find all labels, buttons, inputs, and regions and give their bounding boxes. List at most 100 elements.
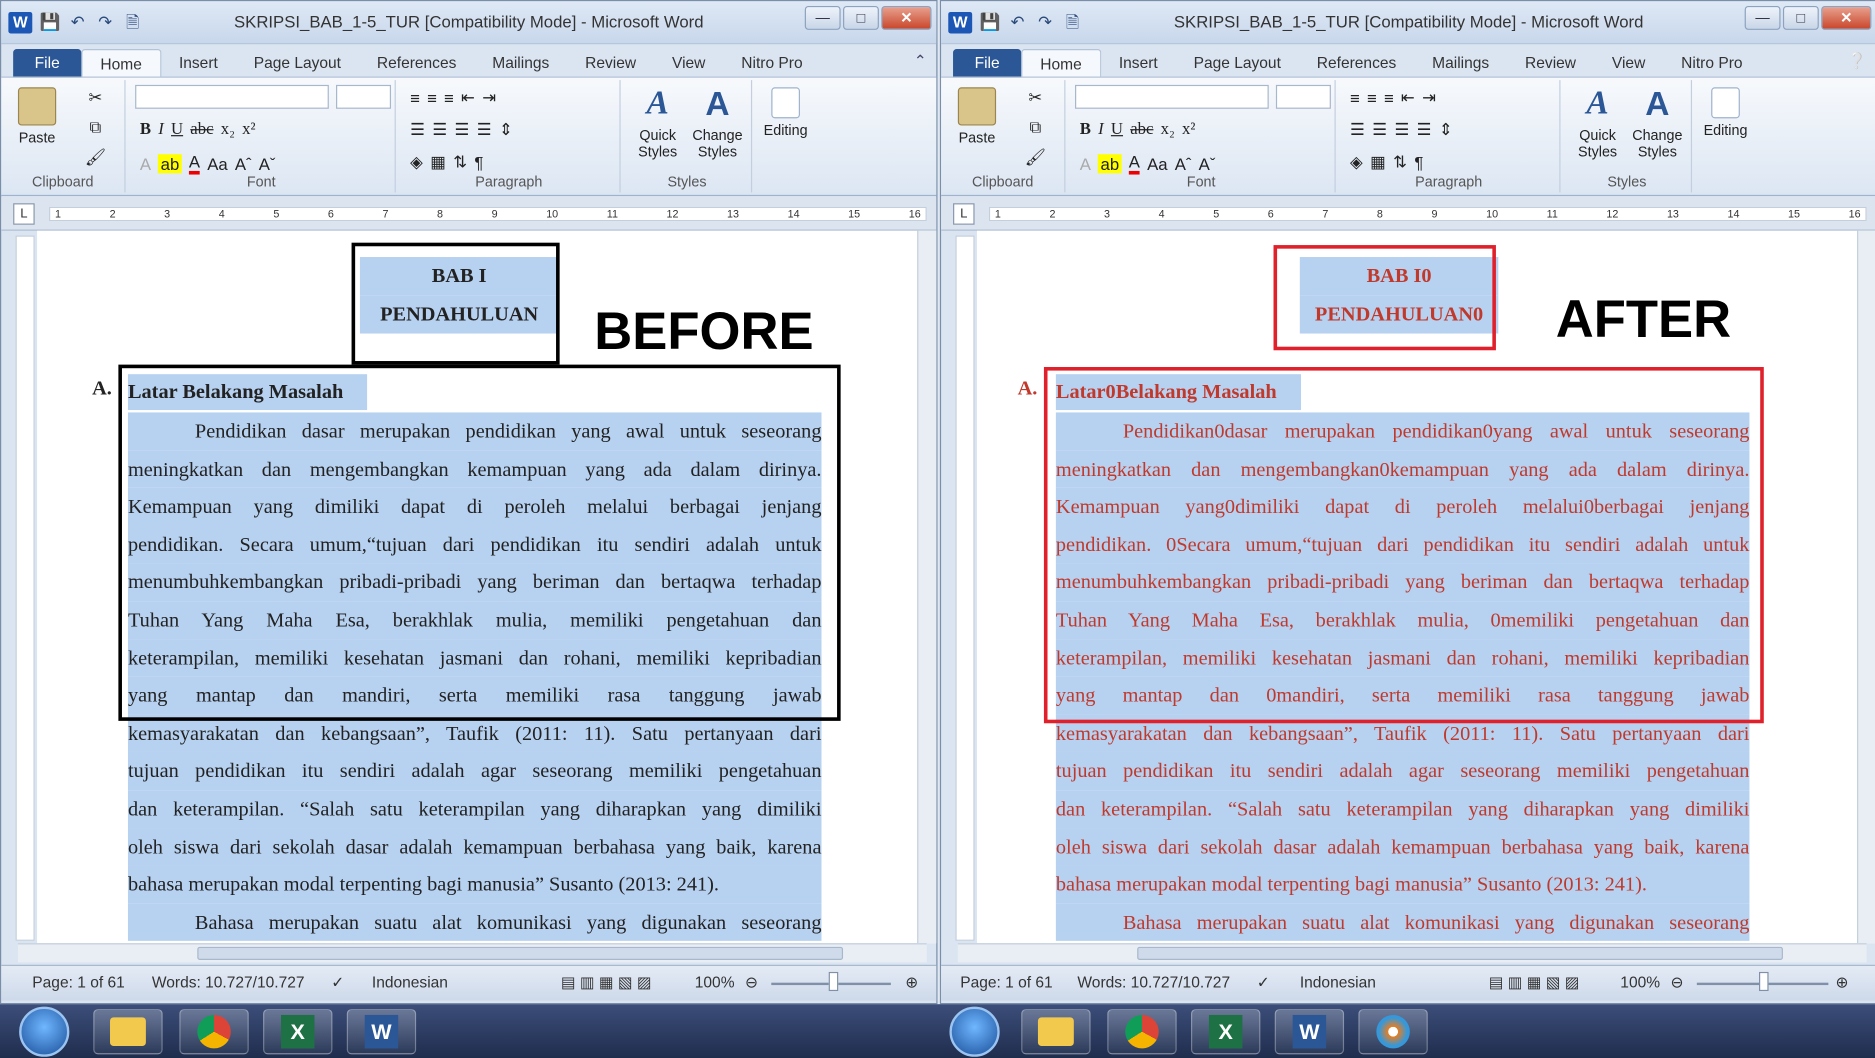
strikethrough-icon[interactable]: abc	[190, 121, 213, 140]
line-spacing-icon[interactable]: ⇕	[1439, 120, 1453, 140]
tab-home[interactable]: Home	[1021, 49, 1101, 78]
tab-file[interactable]: File	[953, 49, 1022, 78]
borders-icon[interactable]: ▦	[430, 152, 446, 172]
numbering-icon[interactable]: ≡	[1367, 88, 1377, 107]
change-case-icon[interactable]: Aa	[207, 154, 227, 173]
shrink-font-icon[interactable]: Aˇ	[259, 154, 276, 173]
decrease-indent-icon[interactable]: ⇤	[461, 87, 475, 107]
explorer-icon[interactable]	[93, 1008, 163, 1055]
show-marks-icon[interactable]: ¶	[474, 152, 483, 171]
align-right-icon[interactable]: ☰	[455, 120, 470, 140]
show-marks-icon[interactable]: ¶	[1414, 152, 1423, 171]
language-indicator[interactable]: Indonesian	[372, 973, 448, 991]
change-case-icon[interactable]: Aa	[1147, 154, 1167, 173]
zoom-slider-thumb[interactable]	[828, 971, 839, 992]
align-left-icon[interactable]: ☰	[1350, 120, 1365, 140]
multilevel-list-icon[interactable]: ≡	[444, 88, 454, 107]
maximize-button[interactable]: □	[1782, 5, 1819, 30]
word-icon[interactable]: W	[346, 1008, 417, 1055]
proofing-icon[interactable]: ✓	[1257, 973, 1270, 992]
font-name-select[interactable]	[1075, 84, 1269, 109]
justify-icon[interactable]: ☰	[1417, 120, 1432, 140]
superscript-icon[interactable]: x²	[242, 121, 255, 140]
zoom-in-icon[interactable]: ⊕	[905, 973, 918, 992]
tab-insert[interactable]: Insert	[161, 49, 236, 78]
scroll-thumb[interactable]	[197, 946, 844, 960]
minimize-button[interactable]: —	[804, 5, 841, 30]
tab-view[interactable]: View	[1594, 49, 1663, 78]
close-button[interactable]: ✕	[881, 5, 932, 30]
tab-file[interactable]: File	[13, 49, 82, 78]
tab-page-layout[interactable]: Page Layout	[236, 49, 359, 78]
borders-icon[interactable]: ▦	[1370, 152, 1386, 172]
copy-icon[interactable]: ⧉	[90, 117, 102, 137]
quick-styles-button[interactable]: A Quick Styles	[1568, 85, 1628, 160]
shading-icon[interactable]: ◈	[410, 152, 423, 172]
excel-icon[interactable]: X	[1191, 1008, 1261, 1055]
grow-font-icon[interactable]: Aˆ	[235, 154, 252, 173]
word-icon[interactable]: W	[1274, 1008, 1345, 1055]
tab-home[interactable]: Home	[81, 49, 162, 78]
line-spacing-icon[interactable]: ⇕	[499, 120, 513, 140]
font-name-select[interactable]	[135, 84, 329, 109]
view-buttons[interactable]: ▤ ▥ ▦ ▧ ▨	[561, 973, 652, 992]
justify-icon[interactable]: ☰	[477, 120, 492, 140]
proofing-icon[interactable]: ✓	[331, 973, 344, 992]
close-button[interactable]: ✕	[1821, 5, 1872, 30]
word-count[interactable]: Words: 10.727/10.727	[1077, 973, 1230, 991]
bold-icon[interactable]: B	[1080, 121, 1091, 140]
grow-font-icon[interactable]: Aˆ	[1175, 154, 1192, 173]
editing-button[interactable]: Editing	[1697, 87, 1754, 139]
align-center-icon[interactable]: ☰	[1372, 120, 1387, 140]
view-buttons[interactable]: ▤ ▥ ▦ ▧ ▨	[1489, 973, 1580, 992]
sort-icon[interactable]: ⇅	[1393, 152, 1407, 172]
ruler-scale[interactable]: 1 2 3 4 5 6 7 8 9 10 11 12 13 14 15 16	[988, 206, 1867, 222]
bold-icon[interactable]: B	[140, 121, 151, 140]
paste-button[interactable]: Paste	[953, 87, 1001, 146]
subscript-icon[interactable]: x₂	[221, 121, 235, 140]
shading-icon[interactable]: ◈	[1350, 152, 1363, 172]
increase-indent-icon[interactable]: ⇥	[1422, 87, 1436, 107]
tab-references[interactable]: References	[1299, 49, 1414, 78]
cut-icon[interactable]: ✂	[1028, 87, 1042, 107]
sort-icon[interactable]: ⇅	[453, 152, 467, 172]
word-count[interactable]: Words: 10.727/10.727	[152, 973, 305, 991]
chrome-icon[interactable]	[1107, 1008, 1177, 1055]
paste-button[interactable]: Paste	[13, 87, 61, 146]
quick-styles-button[interactable]: A Quick Styles	[628, 85, 688, 160]
tab-selector[interactable]: L	[13, 203, 35, 225]
decrease-indent-icon[interactable]: ⇤	[1401, 87, 1415, 107]
vertical-scrollbar[interactable]	[1857, 230, 1875, 944]
italic-icon[interactable]: I	[1098, 121, 1104, 140]
ruler-scale[interactable]: 1 2 3 4 5 6 7 8 9 10 11 12 13 14 15 16	[49, 206, 927, 222]
italic-icon[interactable]: I	[158, 121, 164, 140]
font-size-select[interactable]	[1275, 84, 1331, 109]
tab-mailings[interactable]: Mailings	[474, 49, 567, 78]
tab-review[interactable]: Review	[1507, 49, 1594, 78]
shrink-font-icon[interactable]: Aˇ	[1199, 154, 1216, 173]
minimize-button[interactable]: —	[1744, 5, 1781, 30]
tab-selector[interactable]: L	[953, 203, 975, 225]
format-painter-icon[interactable]: 🖌	[85, 147, 106, 167]
font-color-icon[interactable]: A	[188, 152, 201, 175]
multilevel-list-icon[interactable]: ≡	[1384, 88, 1394, 107]
bullets-icon[interactable]: ≡	[1350, 88, 1360, 107]
tab-view[interactable]: View	[654, 49, 723, 78]
zoom-out-icon[interactable]: ⊖	[1671, 973, 1684, 992]
increase-indent-icon[interactable]: ⇥	[482, 87, 496, 107]
start-orb[interactable]	[949, 1006, 1000, 1057]
underline-icon[interactable]: U	[1111, 121, 1123, 140]
tab-nitro-pro[interactable]: Nitro Pro	[723, 49, 820, 78]
tab-page-layout[interactable]: Page Layout	[1176, 49, 1299, 78]
font-color-icon[interactable]: A	[1128, 152, 1140, 175]
zoom-out-icon[interactable]: ⊖	[745, 973, 758, 992]
tab-insert[interactable]: Insert	[1101, 49, 1176, 78]
ribbon-collapse-icon[interactable]: ⌃	[914, 51, 927, 70]
cut-icon[interactable]: ✂	[89, 87, 103, 107]
chrome-icon[interactable]	[179, 1008, 249, 1055]
text-effects-icon[interactable]: A	[1080, 154, 1091, 173]
strikethrough-icon[interactable]: abc	[1130, 121, 1153, 140]
zoom-level[interactable]: 100%	[695, 973, 735, 991]
zoom-slider-thumb[interactable]	[1759, 971, 1769, 992]
underline-icon[interactable]: U	[171, 121, 183, 140]
